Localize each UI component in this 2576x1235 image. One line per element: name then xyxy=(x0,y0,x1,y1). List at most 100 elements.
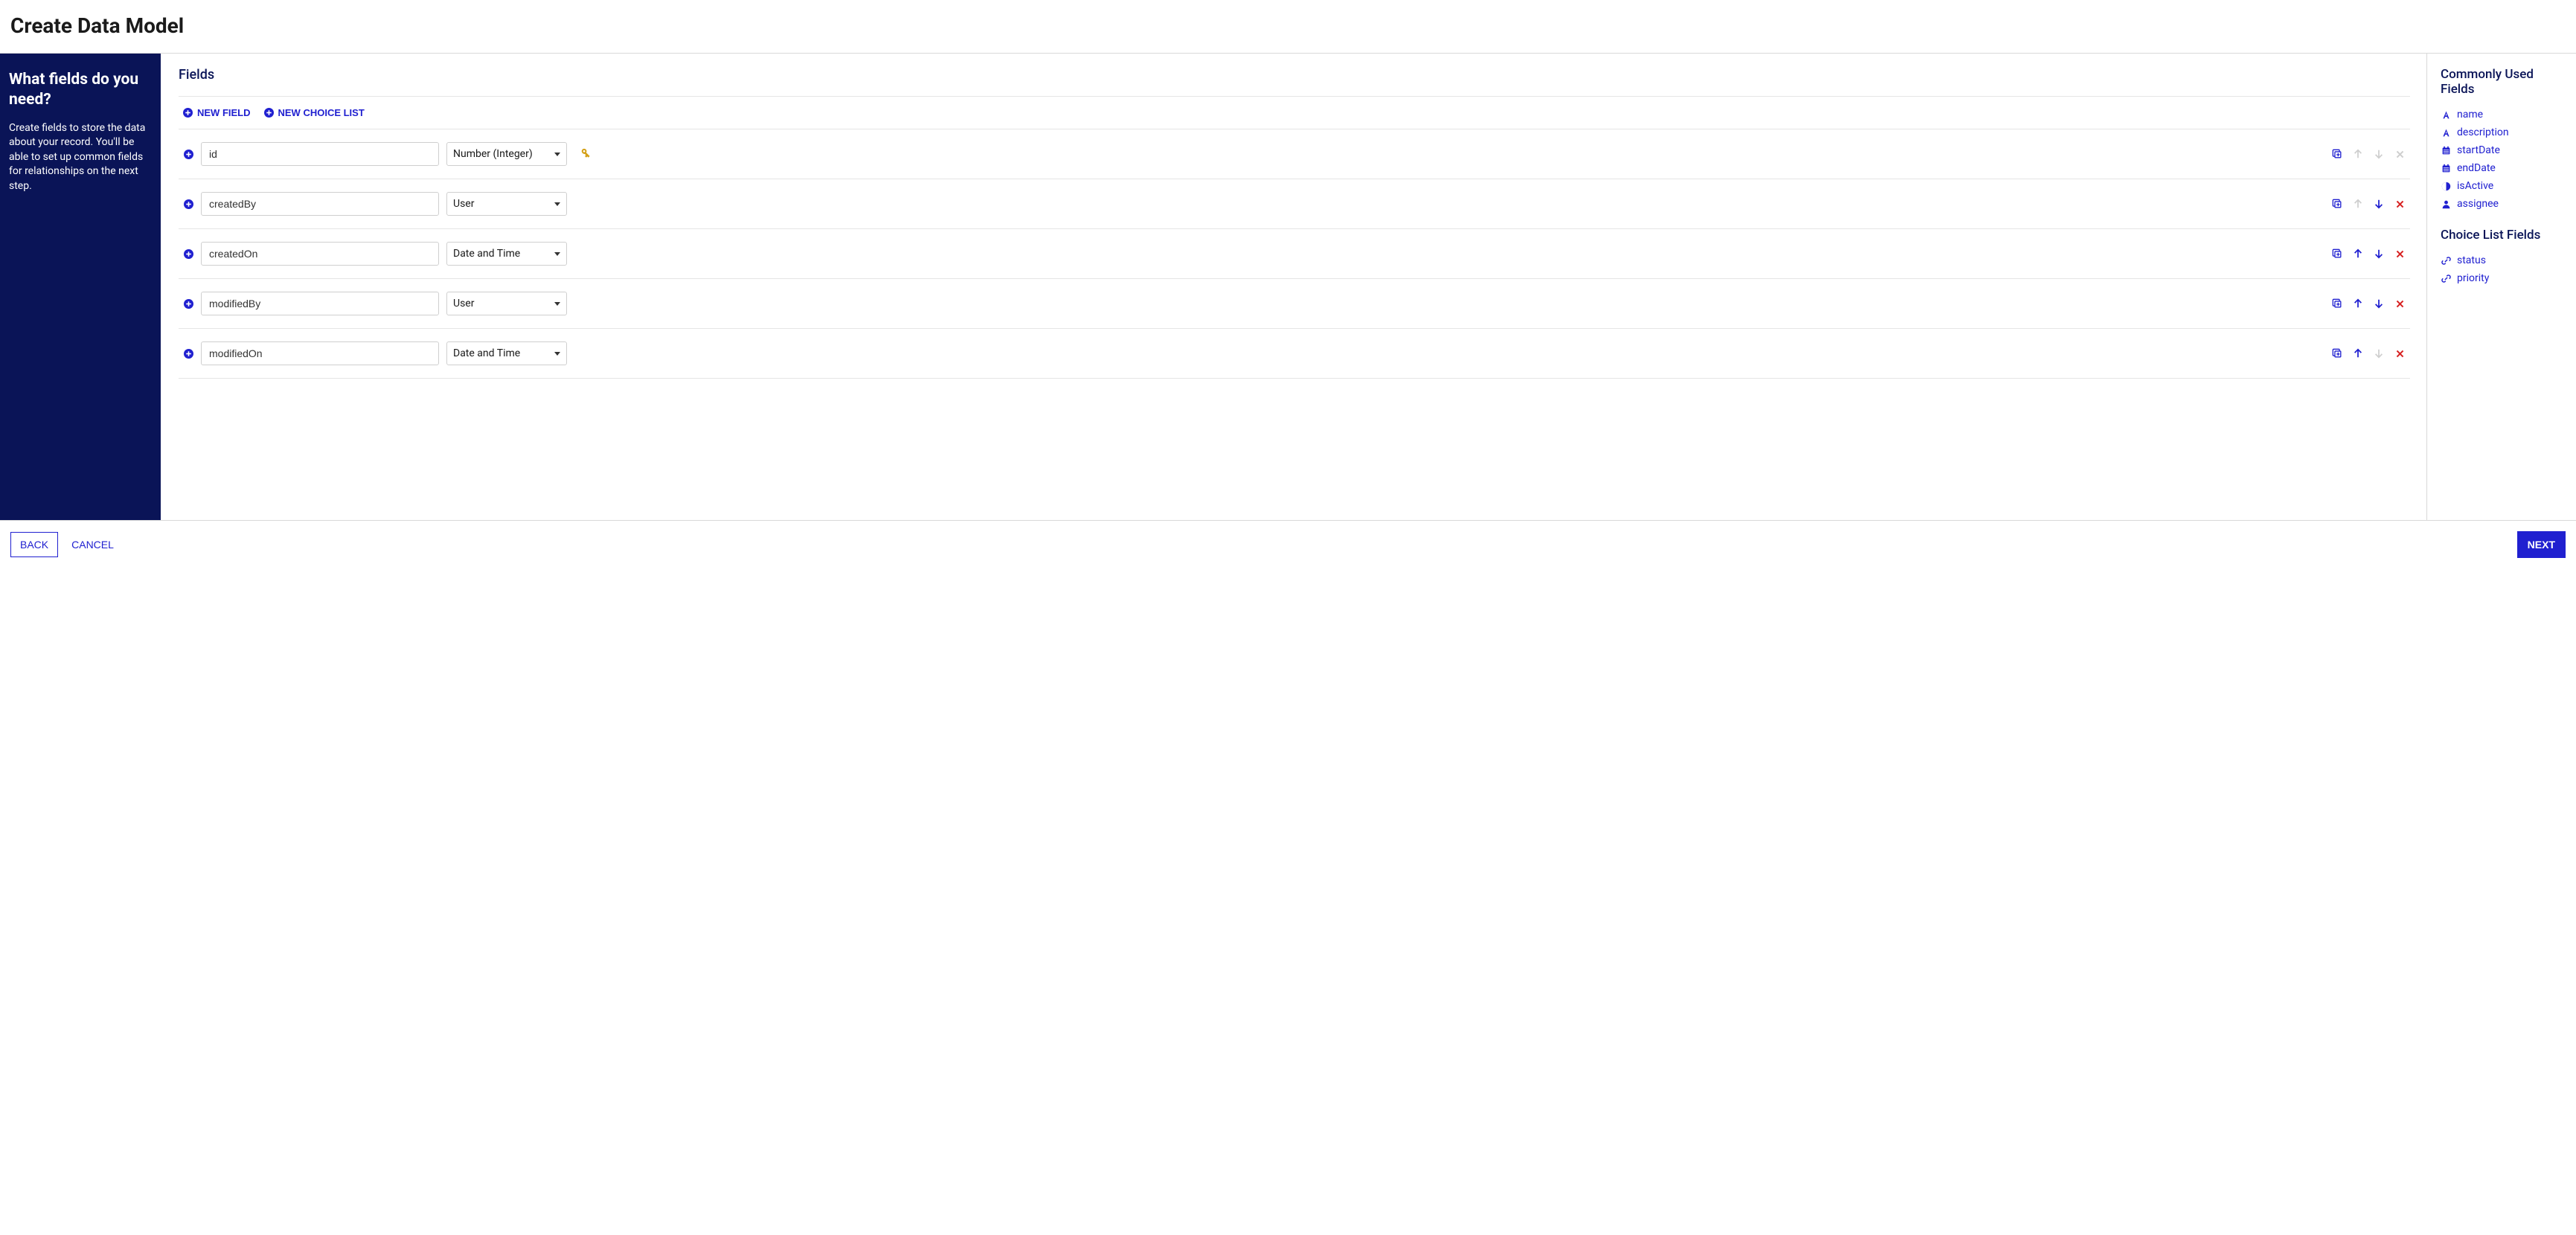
delete-field-icon[interactable] xyxy=(2394,347,2406,359)
delete-field-icon xyxy=(2394,148,2406,160)
chevron-down-icon xyxy=(554,352,560,356)
move-down-icon[interactable] xyxy=(2373,298,2385,309)
suggestion-item[interactable]: assignee xyxy=(2441,195,2567,213)
suggestion-label: startDate xyxy=(2457,144,2500,156)
row-actions xyxy=(2331,347,2406,359)
move-up-icon xyxy=(2352,148,2364,160)
field-name-input[interactable] xyxy=(201,242,439,266)
duplicate-field-icon[interactable] xyxy=(2331,248,2343,260)
suggestion-item[interactable]: priority xyxy=(2441,269,2567,287)
suggestion-item[interactable]: isActive xyxy=(2441,177,2567,195)
field-type-select[interactable]: Number (Integer) xyxy=(446,142,567,166)
main-layout: What fields do you need? Create fields t… xyxy=(0,53,2576,520)
move-up-icon[interactable] xyxy=(2352,347,2364,359)
chevron-down-icon xyxy=(554,202,560,206)
field-row: User xyxy=(179,179,2410,229)
suggestion-label: isActive xyxy=(2457,180,2493,192)
suggestion-item[interactable]: name xyxy=(2441,106,2567,124)
field-row: Number (Integer) xyxy=(179,129,2410,179)
footer: BACK CANCEL NEXT xyxy=(0,520,2576,568)
plus-circle-icon xyxy=(183,108,193,118)
field-name-input[interactable] xyxy=(201,292,439,315)
expand-field-icon[interactable] xyxy=(183,298,193,309)
suggestion-item[interactable]: description xyxy=(2441,124,2567,141)
suggestions-panel: Commonly Used Fields namedescriptionstar… xyxy=(2427,54,2576,520)
delete-field-icon[interactable] xyxy=(2394,298,2406,309)
fields-panel: Fields NEW FIELD NEW CHOICE LIST Number … xyxy=(161,54,2427,520)
move-up-icon xyxy=(2352,198,2364,210)
page-title: Create Data Model xyxy=(0,0,2576,53)
new-choice-list-button[interactable]: NEW CHOICE LIST xyxy=(264,107,365,118)
field-row: Date and Time xyxy=(179,229,2410,279)
duplicate-field-icon[interactable] xyxy=(2331,298,2343,309)
back-button[interactable]: BACK xyxy=(10,532,58,557)
fields-title: Fields xyxy=(179,67,2410,83)
field-type-label: Number (Integer) xyxy=(453,148,533,160)
plus-circle-icon xyxy=(264,108,274,118)
suggestion-label: name xyxy=(2457,109,2483,121)
field-name-input[interactable] xyxy=(201,341,439,365)
field-name-input[interactable] xyxy=(201,192,439,216)
move-up-icon[interactable] xyxy=(2352,298,2364,309)
chevron-down-icon xyxy=(554,302,560,306)
move-down-icon xyxy=(2373,148,2385,160)
suggestion-label: status xyxy=(2457,254,2486,266)
suggestion-label: endDate xyxy=(2457,162,2496,174)
field-type-label: Date and Time xyxy=(453,248,520,260)
user-icon xyxy=(2441,199,2451,209)
expand-field-icon[interactable] xyxy=(183,199,193,209)
move-down-icon xyxy=(2373,347,2385,359)
chevron-down-icon xyxy=(554,252,560,256)
move-up-icon[interactable] xyxy=(2352,248,2364,260)
duplicate-field-icon[interactable] xyxy=(2331,148,2343,160)
field-name-input[interactable] xyxy=(201,142,439,166)
row-actions xyxy=(2331,148,2406,160)
calendar-icon xyxy=(2441,145,2451,155)
suggestion-item[interactable]: endDate xyxy=(2441,159,2567,177)
delete-field-icon[interactable] xyxy=(2394,198,2406,210)
expand-field-icon[interactable] xyxy=(183,149,193,159)
field-row: User xyxy=(179,279,2410,329)
choice-fields-title: Choice List Fields xyxy=(2441,228,2567,243)
delete-field-icon[interactable] xyxy=(2394,248,2406,260)
field-type-label: User xyxy=(453,198,474,210)
link-icon xyxy=(2441,273,2451,283)
next-button[interactable]: NEXT xyxy=(2517,531,2566,558)
chevron-down-icon xyxy=(554,153,560,156)
boolean-icon xyxy=(2441,181,2451,191)
link-icon xyxy=(2441,255,2451,266)
new-choice-list-label: NEW CHOICE LIST xyxy=(278,107,365,118)
suggestion-item[interactable]: status xyxy=(2441,251,2567,269)
suggestion-label: priority xyxy=(2457,272,2489,284)
suggestion-label: description xyxy=(2457,126,2509,138)
duplicate-field-icon[interactable] xyxy=(2331,347,2343,359)
row-actions xyxy=(2331,298,2406,309)
primary-key-icon xyxy=(579,148,591,160)
new-field-button[interactable]: NEW FIELD xyxy=(183,107,251,118)
text-icon xyxy=(2441,127,2451,138)
new-field-label: NEW FIELD xyxy=(197,107,251,118)
row-actions xyxy=(2331,248,2406,260)
field-type-select[interactable]: User xyxy=(446,292,567,315)
field-type-label: Date and Time xyxy=(453,347,520,359)
field-row: Date and Time xyxy=(179,329,2410,379)
calendar-icon xyxy=(2441,163,2451,173)
suggestion-item[interactable]: startDate xyxy=(2441,141,2567,159)
field-type-select[interactable]: User xyxy=(446,192,567,216)
fields-toolbar: NEW FIELD NEW CHOICE LIST xyxy=(179,96,2410,129)
move-down-icon[interactable] xyxy=(2373,248,2385,260)
field-type-select[interactable]: Date and Time xyxy=(446,341,567,365)
expand-field-icon[interactable] xyxy=(183,248,193,259)
sidebar-description: Create fields to store the data about yo… xyxy=(9,121,152,194)
choice-fields-list: status priority xyxy=(2441,251,2567,287)
sidebar: What fields do you need? Create fields t… xyxy=(0,54,161,520)
field-rows: Number (Integer) User Date and Time User Dat… xyxy=(179,129,2410,379)
expand-field-icon[interactable] xyxy=(183,348,193,359)
field-type-select[interactable]: Date and Time xyxy=(446,242,567,266)
suggestion-label: assignee xyxy=(2457,198,2499,210)
duplicate-field-icon[interactable] xyxy=(2331,198,2343,210)
text-icon xyxy=(2441,109,2451,120)
move-down-icon[interactable] xyxy=(2373,198,2385,210)
cancel-button[interactable]: CANCEL xyxy=(68,533,117,556)
row-actions xyxy=(2331,198,2406,210)
